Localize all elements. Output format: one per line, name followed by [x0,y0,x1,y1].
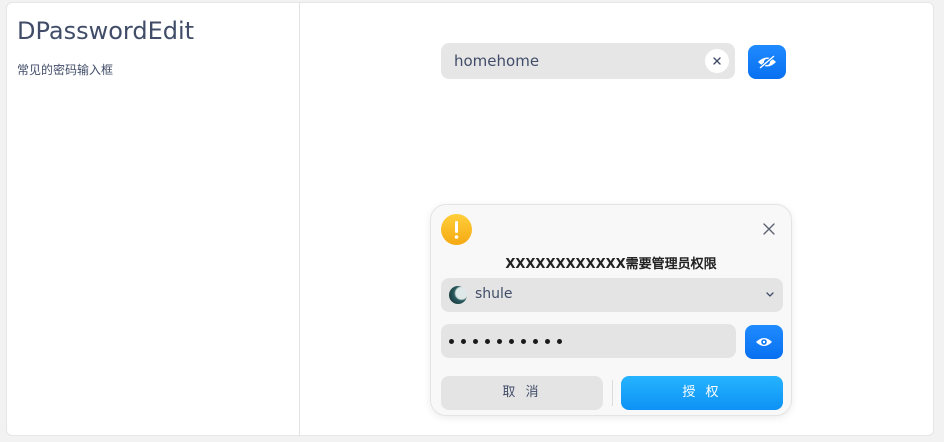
toggle-visibility-button[interactable] [748,45,786,79]
authorize-button[interactable]: 授 权 [621,376,783,410]
warning-icon [441,214,472,245]
eye-icon [756,338,772,346]
dialog-title: XXXXXXXXXXXX需要管理员权限 [505,257,717,272]
clear-button[interactable] [705,49,729,73]
password-masked [449,332,562,350]
password-input[interactable]: homehome [441,43,735,79]
user-select[interactable]: shule [441,278,783,312]
user-name: shule [475,286,513,302]
left-panel: DPasswordEdit 常见的密码输入框 [7,3,300,435]
auth-dialog: XXXXXXXXXXXX需要管理员权限 shule 取 消 授 权 [430,204,792,416]
eye-slash-icon [758,55,776,69]
close-icon [713,57,721,65]
chevron-down-icon [766,292,774,297]
dialog-toggle-visibility-button[interactable] [745,325,783,359]
close-icon[interactable] [761,221,777,237]
page-title: DPasswordEdit [17,17,195,45]
page-subtitle: 常见的密码输入框 [17,63,114,77]
dialog-password-input[interactable] [441,324,736,358]
cancel-button[interactable]: 取 消 [441,376,603,410]
avatar [449,286,467,304]
button-divider [612,380,613,406]
password-value: homehome [454,52,540,70]
